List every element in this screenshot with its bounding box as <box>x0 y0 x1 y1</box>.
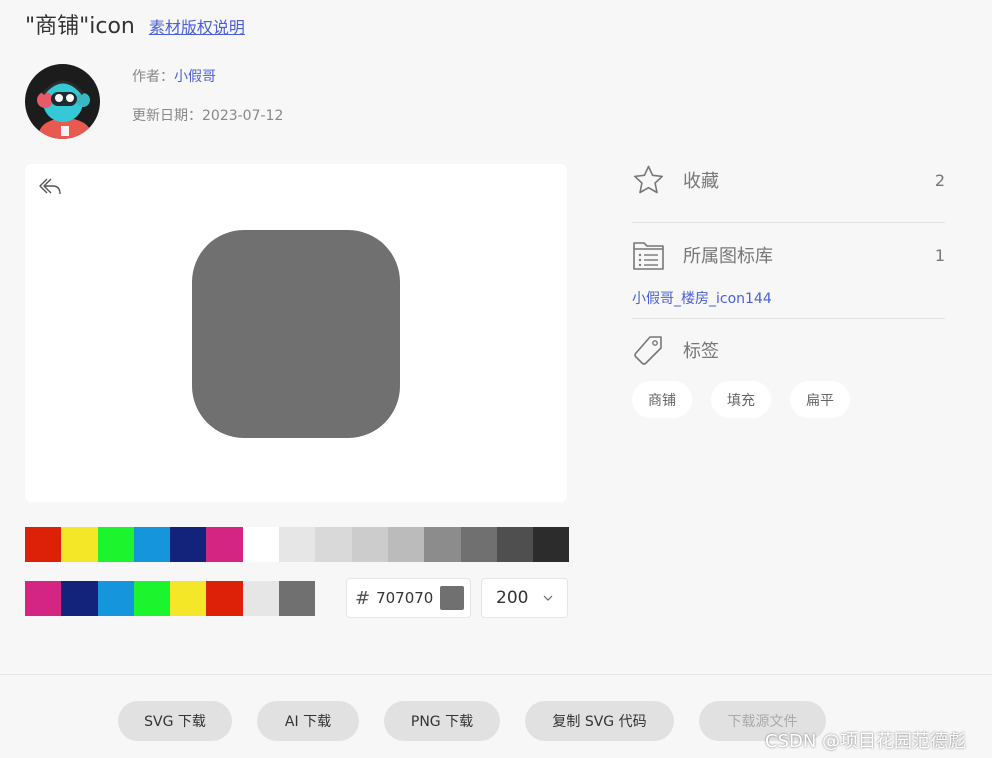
color-swatch[interactable] <box>242 581 280 616</box>
tag-icon <box>634 335 662 365</box>
size-value: 200 <box>496 588 529 608</box>
tags-header: 标签 <box>632 332 945 368</box>
tag-chip[interactable]: 扁平 <box>790 381 850 418</box>
footer-divider <box>0 674 992 675</box>
divider <box>632 318 945 319</box>
size-select[interactable]: 200 <box>481 578 568 618</box>
library-count: 1 <box>934 245 945 265</box>
color-swatch[interactable] <box>170 581 207 616</box>
title-row: "商铺"icon 素材版权说明 <box>25 8 245 40</box>
color-swatch[interactable] <box>351 527 388 562</box>
color-swatch[interactable] <box>206 581 243 616</box>
color-swatch[interactable] <box>25 527 62 562</box>
page-title: "商铺"icon <box>25 14 135 39</box>
favorites-count: 2 <box>934 170 945 190</box>
color-swatch[interactable] <box>242 527 280 562</box>
tag-chip[interactable]: 商铺 <box>632 381 692 418</box>
color-swatch[interactable] <box>206 527 243 562</box>
avatar[interactable] <box>25 64 100 139</box>
color-swatch[interactable] <box>533 527 570 562</box>
color-swatch[interactable] <box>61 581 98 616</box>
favorites-row[interactable]: 收藏 2 <box>632 162 945 198</box>
date-value: 2023-07-12 <box>202 108 284 124</box>
shop-icon <box>192 230 400 438</box>
color-swatch[interactable] <box>496 527 534 562</box>
date-label: 更新日期： <box>132 108 202 124</box>
color-swatch[interactable] <box>315 527 352 562</box>
watermark: CSDN @项目花园范德彪 <box>765 731 967 752</box>
library-label: 所属图标库 <box>683 246 773 267</box>
color-swatch[interactable] <box>170 527 207 562</box>
hash-symbol: # <box>355 587 371 609</box>
date-row: 更新日期：2023-07-12 <box>132 105 283 125</box>
color-hex-input[interactable]: # 707070 <box>346 578 471 618</box>
color-swatch[interactable] <box>279 527 316 562</box>
color-swatch[interactable] <box>25 581 62 616</box>
folder-list-icon <box>633 241 664 270</box>
color-swatch[interactable] <box>424 527 461 562</box>
color-swatch[interactable] <box>97 581 134 616</box>
author-label: 作者： <box>132 69 174 85</box>
author-link[interactable]: 小假哥 <box>174 69 216 85</box>
library-row: 所属图标库 1 <box>632 237 945 273</box>
color-preview-chip[interactable] <box>440 586 465 610</box>
icon-preview-panel <box>25 164 567 502</box>
hex-value[interactable]: 707070 <box>376 589 434 607</box>
svg-download-button[interactable]: SVG 下载 <box>118 701 232 741</box>
divider <box>632 222 945 223</box>
color-palette-row1 <box>25 527 570 562</box>
color-swatch[interactable] <box>460 527 497 562</box>
star-icon <box>634 165 663 193</box>
color-swatch[interactable] <box>61 527 98 562</box>
png-download-button[interactable]: PNG 下载 <box>384 701 500 741</box>
favorites-label: 收藏 <box>683 171 719 192</box>
tag-chip[interactable]: 填充 <box>711 381 771 418</box>
chevron-down-icon <box>543 595 553 601</box>
color-palette-row2 <box>25 581 316 616</box>
color-swatch[interactable] <box>133 527 171 562</box>
copyright-link[interactable]: 素材版权说明 <box>149 14 245 38</box>
copy-svg-code-button[interactable]: 复制 SVG 代码 <box>525 701 674 741</box>
tags-label: 标签 <box>683 341 719 362</box>
color-swatch[interactable] <box>387 527 425 562</box>
color-swatch[interactable] <box>279 581 316 616</box>
tag-list: 商铺 填充 扁平 <box>632 381 850 418</box>
undo-icon[interactable] <box>37 176 63 198</box>
avatar-illustration <box>37 80 91 139</box>
color-swatch[interactable] <box>97 527 134 562</box>
ai-download-button[interactable]: AI 下载 <box>257 701 359 741</box>
library-link[interactable]: 小假哥_楼房_icon144 <box>632 288 772 308</box>
color-swatch[interactable] <box>133 581 171 616</box>
author-row: 作者：小假哥 <box>132 66 216 86</box>
